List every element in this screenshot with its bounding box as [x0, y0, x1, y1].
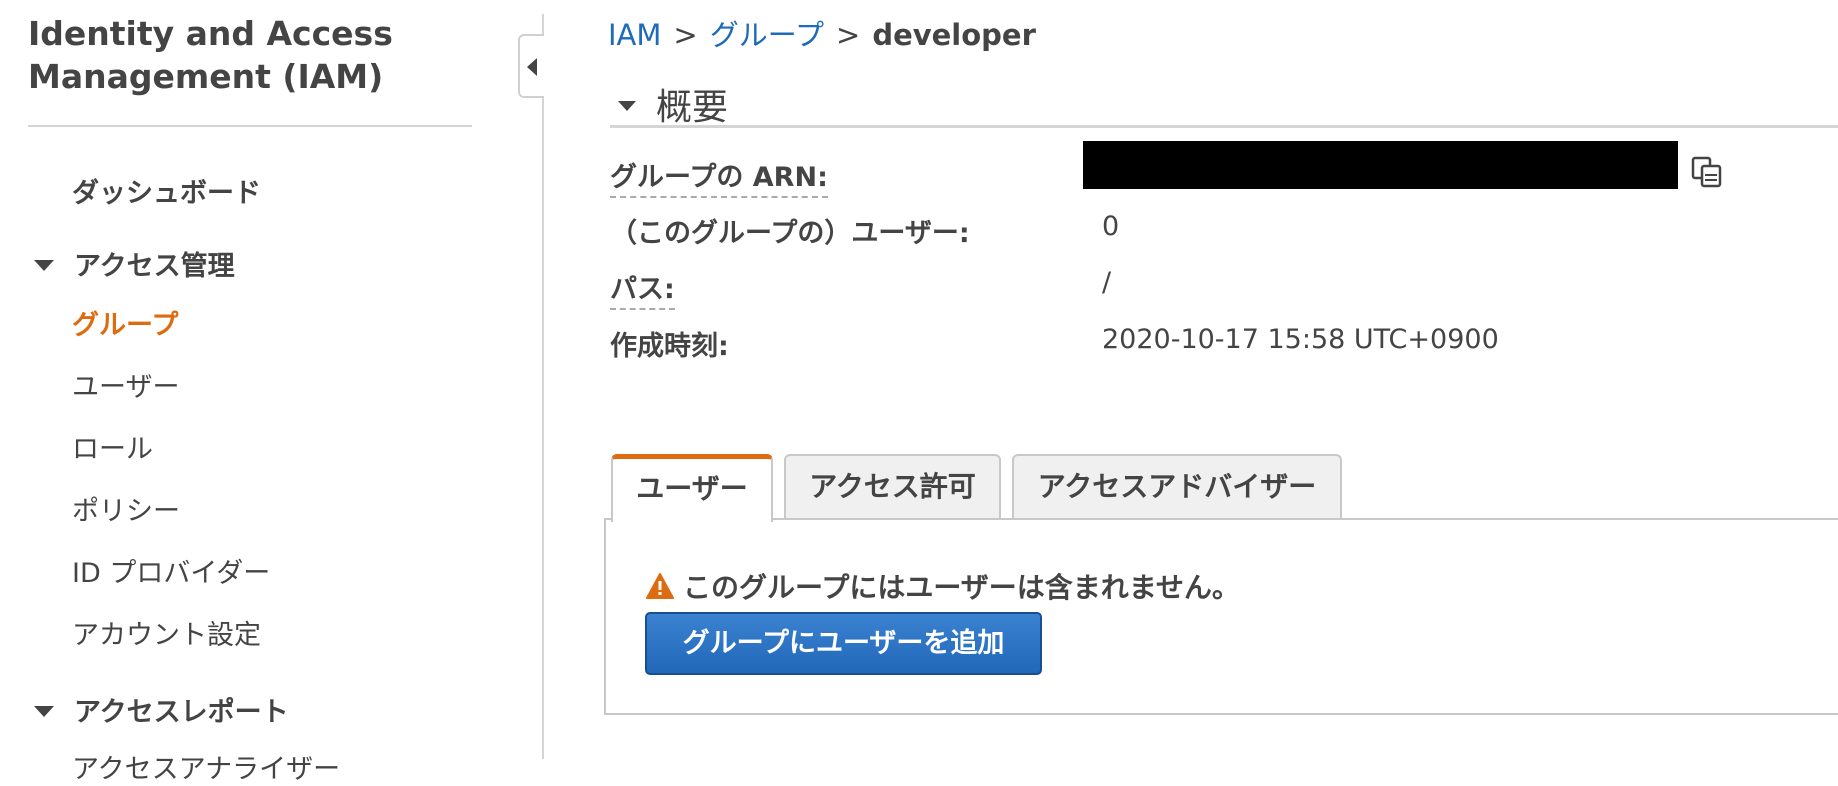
group-path-label[interactable]: パス: — [610, 267, 675, 310]
group-arn-label[interactable]: グループの ARN: — [610, 155, 828, 198]
group-created-value: 2020-10-17 15:58 UTC+0900 — [1102, 324, 1499, 355]
sidebar-divider — [28, 125, 472, 127]
group-created-label: 作成時刻: — [610, 331, 729, 362]
sidebar-item-account-settings[interactable]: アカウント設定 — [72, 613, 261, 652]
no-users-warning: このグループにはユーザーは含まれません。 — [645, 566, 1240, 606]
breadcrumb-iam-link[interactable]: IAM — [608, 18, 661, 52]
tab-users[interactable]: ユーザー — [611, 454, 773, 522]
summary-heading: 概要 — [656, 87, 729, 128]
sidebar-section-label: アクセスレポート — [74, 697, 289, 728]
sidebar-item-groups[interactable]: グループ — [72, 303, 178, 342]
copy-icon[interactable] — [1690, 155, 1724, 189]
group-path-value: / — [1102, 267, 1112, 298]
sidebar-section-access-reports[interactable]: アクセスレポート — [34, 690, 289, 729]
sidebar-item-roles[interactable]: ロール — [72, 427, 153, 466]
group-arn-value-redacted — [1083, 141, 1678, 189]
breadcrumb-separator: > — [673, 18, 698, 52]
warning-icon — [646, 573, 674, 599]
summary-divider — [610, 125, 1838, 128]
sidebar-collapse-button[interactable] — [518, 34, 544, 98]
sidebar-border — [542, 14, 544, 759]
breadcrumb: IAM > グループ > developer — [608, 12, 1036, 54]
group-users-value: 0 — [1102, 211, 1120, 242]
breadcrumb-separator: > — [836, 18, 861, 52]
sidebar-title-line-1: Identity and Access — [28, 14, 393, 53]
sidebar-item-users[interactable]: ユーザー — [72, 365, 179, 404]
tab-permissions[interactable]: アクセス許可 — [784, 454, 1001, 520]
caret-down-icon — [34, 706, 54, 717]
sidebar-item-dashboard[interactable]: ダッシュボード — [72, 171, 261, 210]
sidebar-title: Identity and Access Management (IAM) — [28, 12, 478, 98]
add-users-to-group-button[interactable]: グループにユーザーを追加 — [645, 612, 1042, 675]
breadcrumb-groups-link[interactable]: グループ — [710, 18, 824, 52]
sidebar-item-identity-providers[interactable]: ID プロバイダー — [72, 551, 270, 590]
warning-text: このグループにはユーザーは含まれません。 — [683, 571, 1240, 604]
sidebar-section-label: アクセス管理 — [74, 251, 235, 282]
breadcrumb-current: developer — [872, 18, 1036, 52]
caret-down-icon — [34, 260, 54, 271]
tab-access-advisor[interactable]: アクセスアドバイザー — [1012, 454, 1342, 520]
caret-down-icon — [618, 101, 636, 111]
sidebar: Identity and Access Management (IAM) ダッシ… — [0, 0, 543, 785]
caret-left-icon — [527, 58, 537, 76]
summary-section-toggle[interactable]: 概要 — [618, 78, 728, 130]
sidebar-item-policies[interactable]: ポリシー — [72, 489, 180, 528]
sidebar-title-line-2: Management (IAM) — [28, 57, 384, 96]
sidebar-item-access-analyzer[interactable]: アクセスアナライザー — [72, 747, 340, 786]
group-users-label: （このグループの）ユーザー: — [610, 218, 970, 249]
sidebar-section-access-management[interactable]: アクセス管理 — [34, 244, 235, 283]
